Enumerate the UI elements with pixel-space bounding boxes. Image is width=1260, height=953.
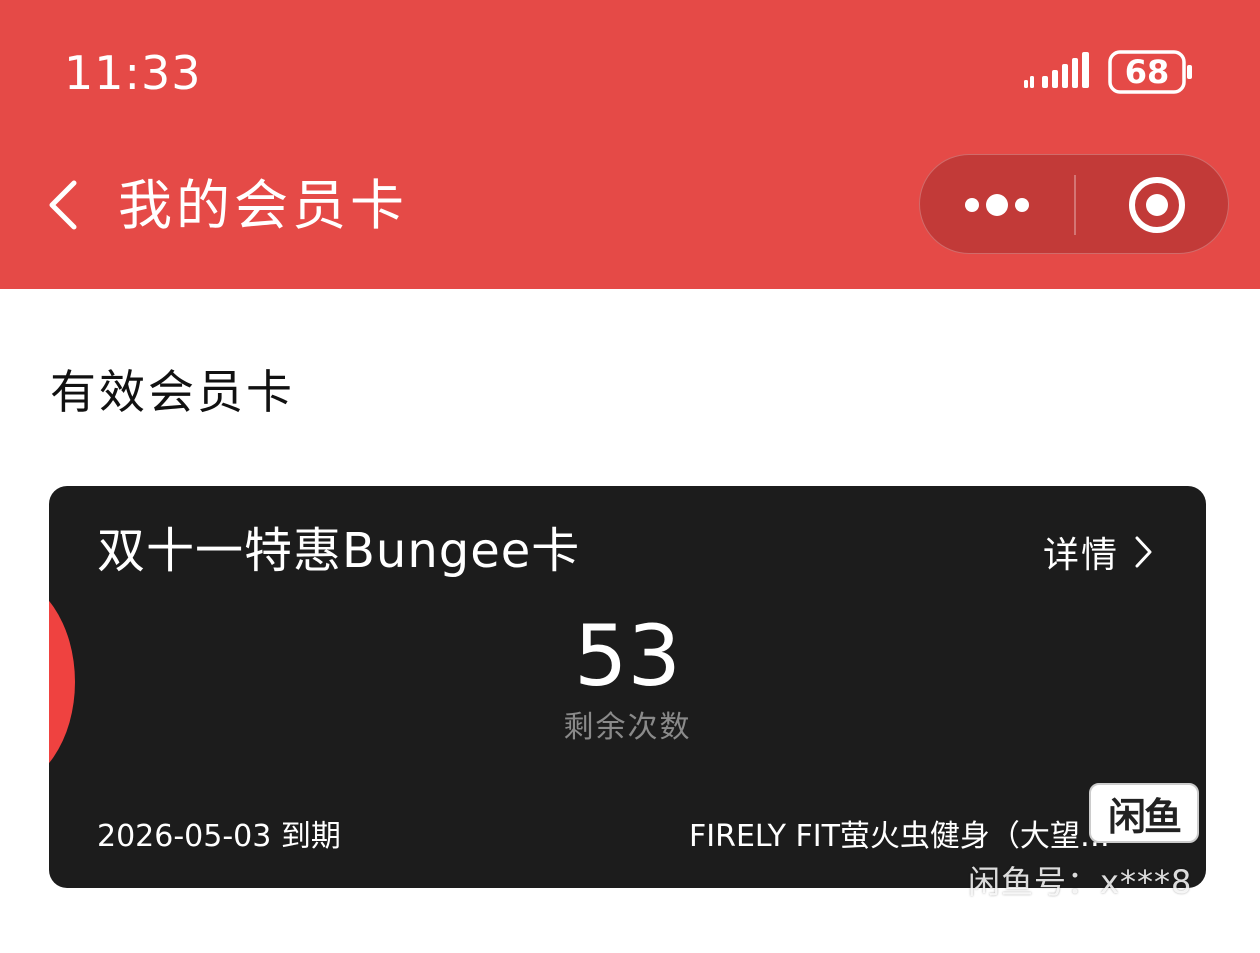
card-expiry: 2026-05-03 到期 [97, 819, 341, 854]
card-title: 双十一特惠Bungee卡 [97, 523, 581, 579]
card-detail-label: 详情 [1043, 535, 1120, 576]
remaining-count-label: 剩余次数 [563, 710, 692, 745]
watermark-text: 闲鱼号：x***8 [968, 863, 1193, 901]
signal-icon [1024, 52, 1089, 88]
target-circle-icon[interactable] [1076, 155, 1228, 252]
chevron-left-icon[interactable] [44, 175, 84, 235]
card-detail-link[interactable]: 详情 [1043, 528, 1153, 576]
section-title: 有效会员卡 [50, 365, 295, 419]
membership-card[interactable]: 双十一特惠Bungee卡 详情 53 剩余次数 2026-05-03 到期 FI… [49, 486, 1206, 888]
mini-program-capsule [919, 154, 1229, 254]
chevron-right-icon [1135, 536, 1152, 568]
top-bar: 11:33 68 我的会员卡 [0, 0, 1260, 289]
watermark-logo: 闲鱼 [1089, 783, 1199, 843]
battery-level: 68 [1124, 53, 1170, 91]
status-time: 11:33 [64, 46, 202, 100]
more-dots-icon[interactable] [920, 155, 1075, 252]
page-title: 我的会员卡 [118, 174, 408, 237]
remaining-count: 53 [574, 607, 681, 705]
